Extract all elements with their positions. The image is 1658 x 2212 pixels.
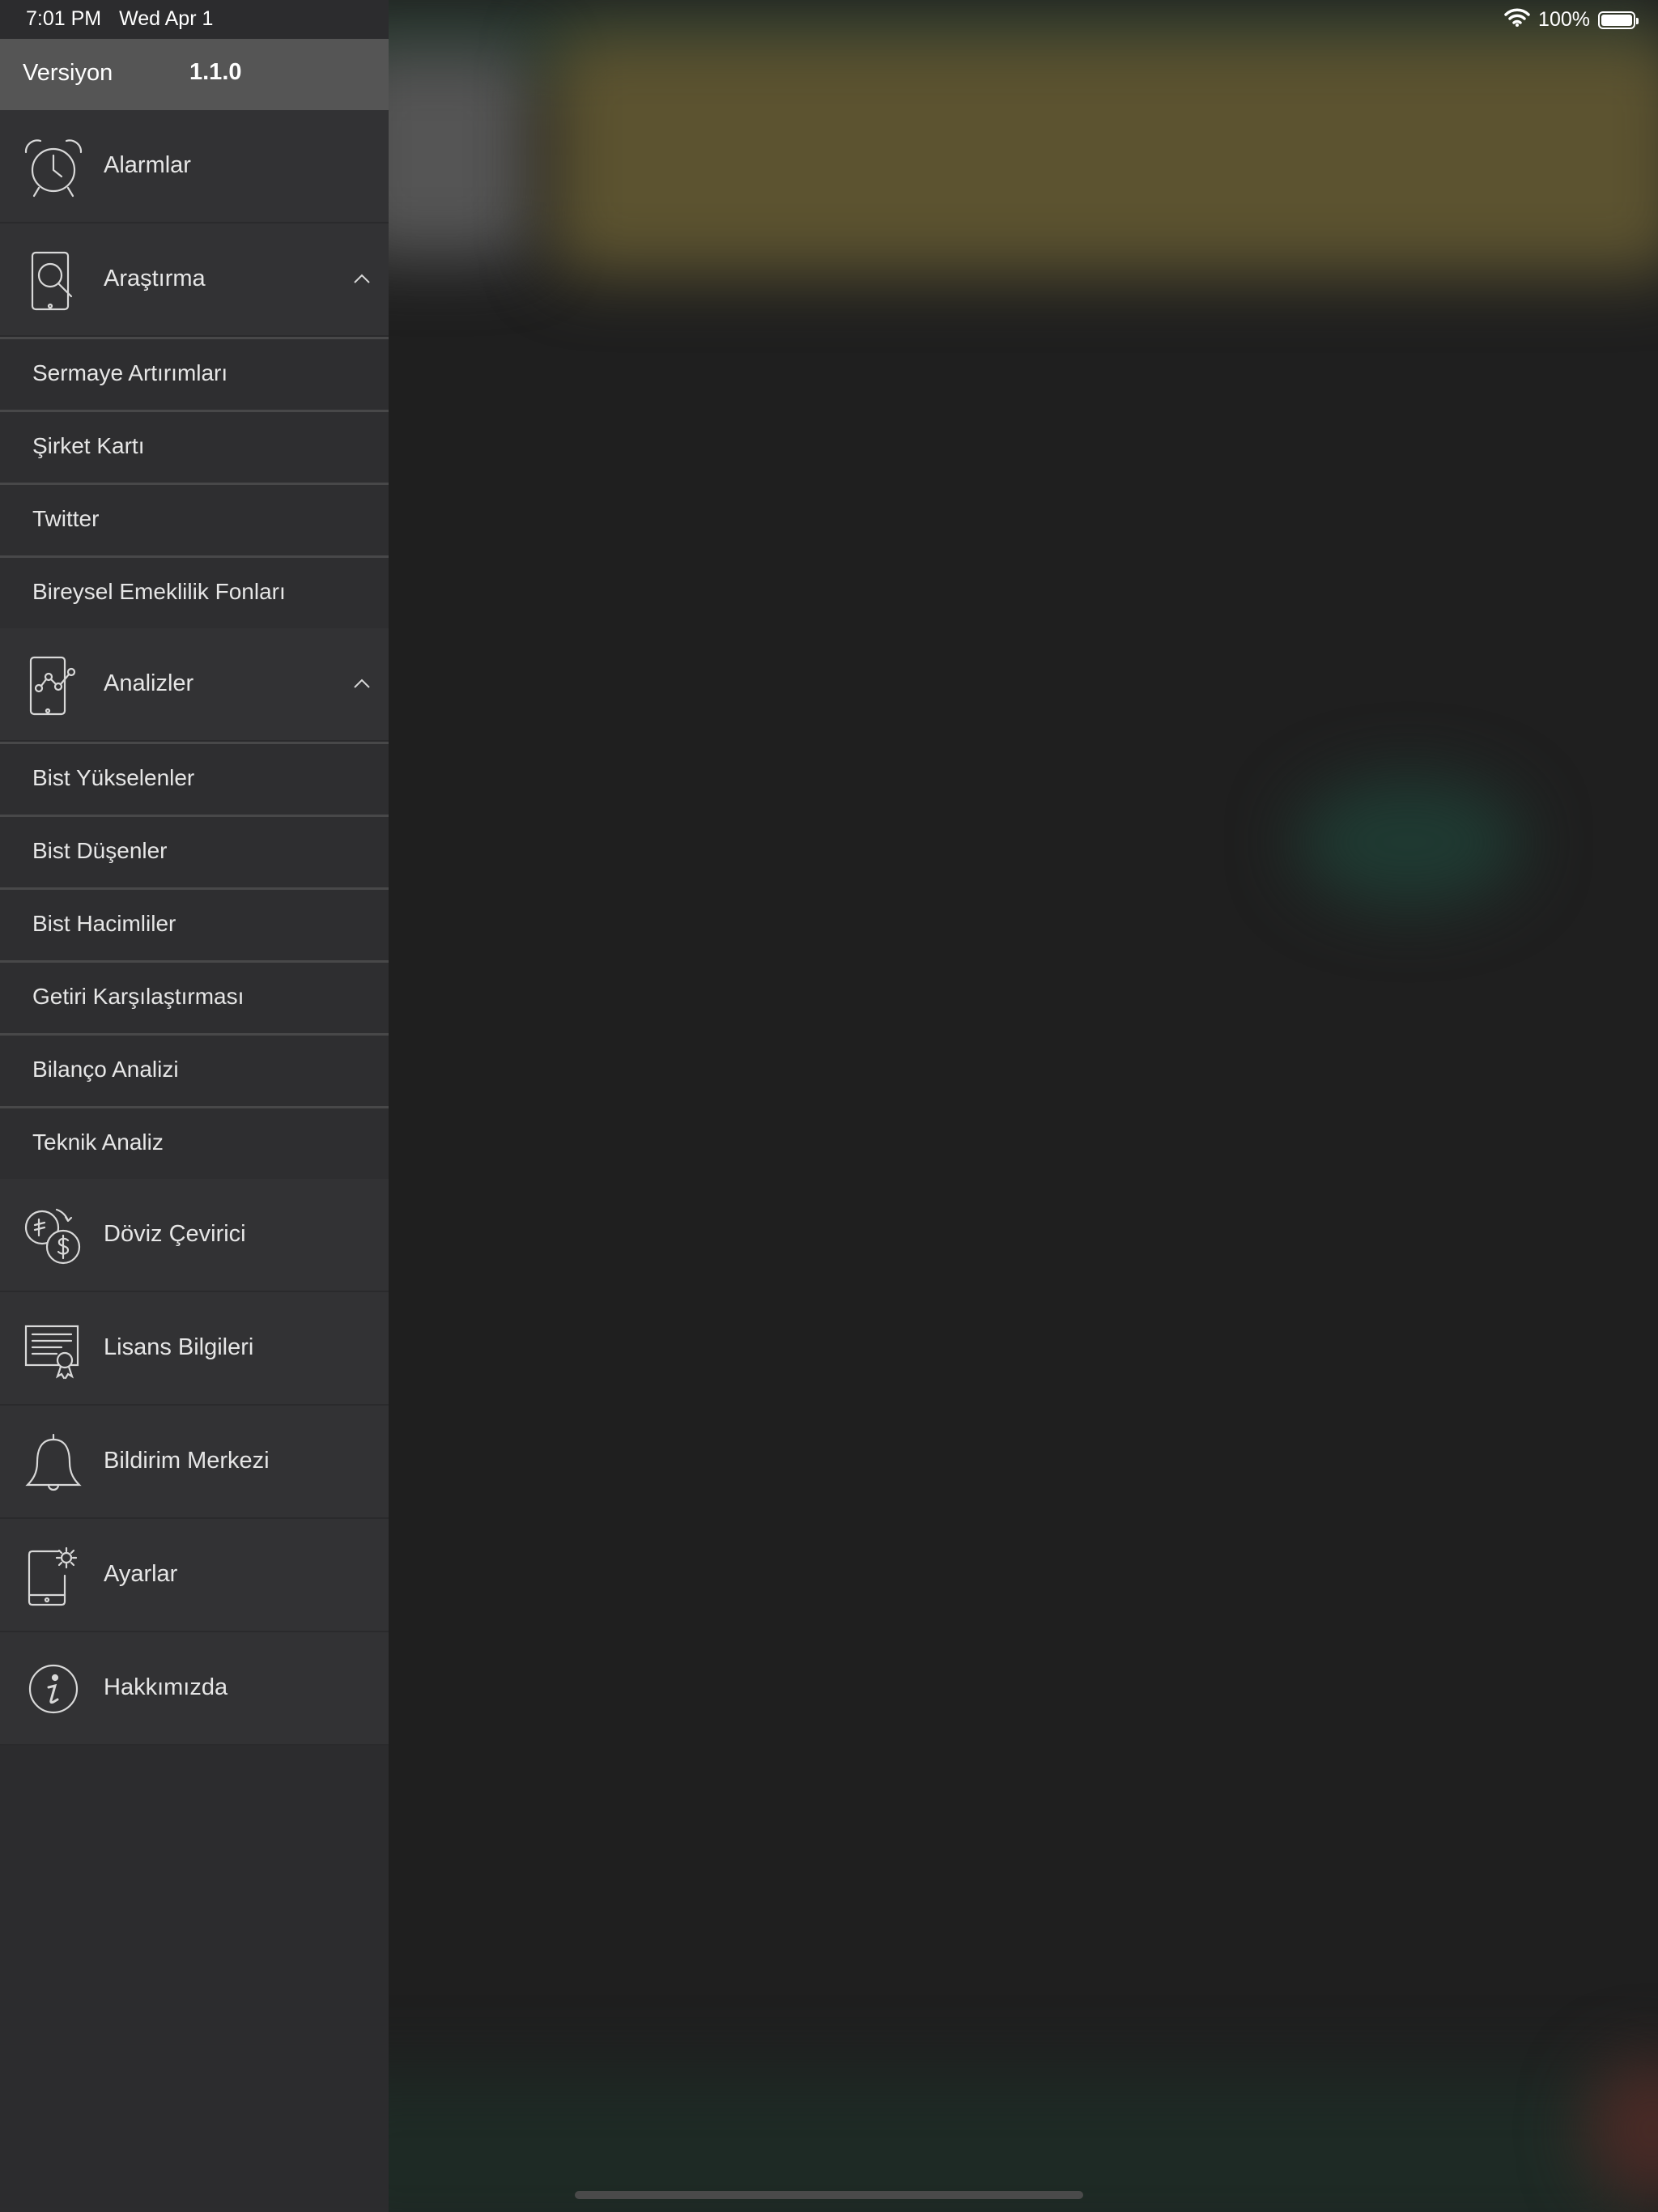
phone-search-icon [21, 248, 86, 313]
home-indicator[interactable] [575, 2191, 1083, 2199]
side-menu: Versiyon 1.1.0 Alarmlar Araştırma Sermay… [0, 0, 389, 2212]
submenu-item-label: Şirket Kartı [32, 433, 145, 458]
status-date: Wed Apr 1 [119, 7, 214, 30]
chevron-up-icon[interactable] [350, 267, 374, 291]
menu-item-alarms[interactable]: Alarmlar [0, 110, 389, 223]
submenu-item-label: Bireysel Emeklilik Fonları [32, 579, 286, 604]
info-icon [21, 1657, 86, 1721]
phone-chart-icon [21, 653, 86, 717]
menu-item-label: Bildirim Merkezi [104, 1448, 270, 1474]
submenu-item-label: Twitter [32, 506, 100, 531]
submenu-item-technical-analysis[interactable]: Teknik Analiz [0, 1106, 389, 1179]
submenu-item-capital-increases[interactable]: Sermaye Artırımları [0, 337, 389, 410]
menu-item-label: Analizler [104, 670, 194, 696]
version-bar: Versiyon 1.1.0 [0, 39, 389, 110]
bell-icon [21, 1430, 86, 1495]
menu-item-label: Döviz Çevirici [104, 1221, 246, 1247]
wifi-icon [1504, 7, 1530, 32]
menu-item-currency-converter[interactable]: Döviz Çevirici [0, 1179, 389, 1292]
submenu-item-bist-volume[interactable]: Bist Hacimliler [0, 887, 389, 960]
status-time: 7:01 PM [26, 7, 102, 30]
submenu-item-label: Bist Yükselenler [32, 765, 195, 790]
submenu-item-company-card[interactable]: Şirket Kartı [0, 410, 389, 483]
menu-item-label: Ayarlar [104, 1561, 178, 1587]
battery-icon [1598, 11, 1639, 29]
currency-exchange-icon [21, 1203, 86, 1268]
alarm-clock-icon [21, 134, 86, 199]
menu-item-analyses[interactable]: Analizler [0, 628, 389, 742]
submenu-item-pension-funds[interactable]: Bireysel Emeklilik Fonları [0, 555, 389, 628]
submenu-item-return-comparison[interactable]: Getiri Karşılaştırması [0, 960, 389, 1033]
menu-item-label: Lisans Bilgileri [104, 1334, 254, 1360]
menu-item-about[interactable]: Hakkımızda [0, 1632, 389, 1746]
menu-item-label: Hakkımızda [104, 1674, 228, 1700]
submenu-item-bist-gainers[interactable]: Bist Yükselenler [0, 742, 389, 815]
phone-settings-icon [21, 1543, 86, 1608]
menu-item-label: Araştırma [104, 266, 206, 291]
submenu-item-label: Getiri Karşılaştırması [32, 984, 244, 1009]
background-blur [1295, 777, 1522, 907]
menu-item-settings[interactable]: Ayarlar [0, 1519, 389, 1632]
submenu-item-label: Sermaye Artırımları [32, 360, 228, 385]
menu-item-license-info[interactable]: Lisans Bilgileri [0, 1292, 389, 1406]
background-blur [551, 32, 1658, 275]
submenu-item-label: Bist Hacimliler [32, 911, 176, 936]
submenu-item-twitter[interactable]: Twitter [0, 483, 389, 555]
submenu-item-label: Bilanço Analizi [32, 1057, 179, 1082]
version-value: 1.1.0 [189, 59, 242, 85]
menu-item-research[interactable]: Araştırma [0, 223, 389, 337]
menu-item-label: Alarmlar [104, 152, 191, 178]
submenu-item-label: Teknik Analiz [32, 1129, 164, 1155]
battery-percent: 100% [1538, 8, 1590, 31]
chevron-up-icon[interactable] [350, 672, 374, 696]
status-bar: 7:01 PM Wed Apr 1 100% [0, 0, 1658, 39]
version-label: Versiyon [23, 60, 113, 86]
submenu-item-bist-losers[interactable]: Bist Düşenler [0, 815, 389, 887]
submenu-item-label: Bist Düşenler [32, 838, 168, 863]
certificate-icon [21, 1317, 86, 1381]
submenu-item-balance-sheet-analysis[interactable]: Bilanço Analizi [0, 1033, 389, 1106]
menu-item-notification-center[interactable]: Bildirim Merkezi [0, 1406, 389, 1519]
